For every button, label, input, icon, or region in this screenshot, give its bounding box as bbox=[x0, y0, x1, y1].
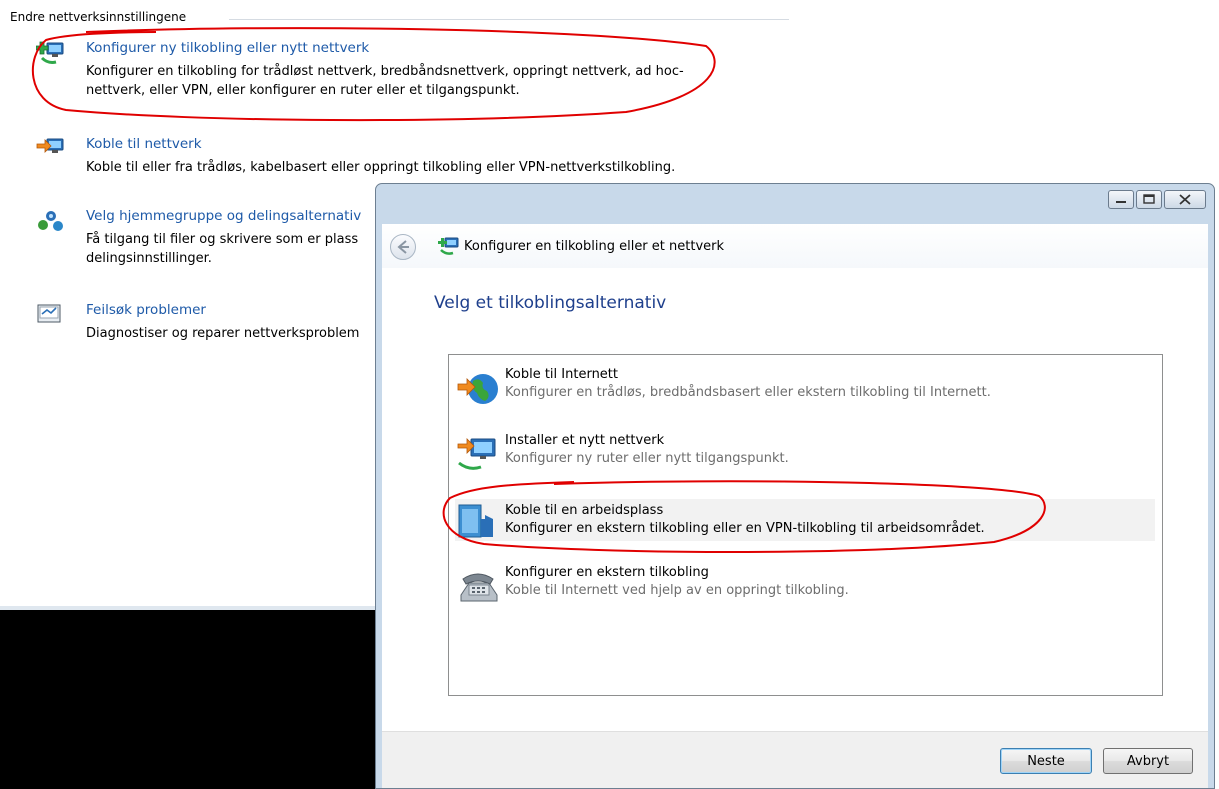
minimize-button[interactable] bbox=[1108, 190, 1134, 209]
window-controls bbox=[1106, 190, 1206, 209]
section-divider bbox=[229, 19, 789, 20]
option-desc: Konfigurer en ekstern tilkobling eller e… bbox=[505, 521, 985, 536]
connection-wizard-dialog: Konfigurer en tilkobling eller et nettve… bbox=[375, 183, 1215, 789]
minimize-icon bbox=[1116, 201, 1126, 203]
dialog-title: Konfigurer en tilkobling eller et nettve… bbox=[464, 239, 725, 254]
option-title: Koble til Internett bbox=[505, 367, 618, 382]
option-dialup[interactable]: Konfigurer en ekstern tilkobling Koble t… bbox=[455, 559, 1155, 615]
option-workplace[interactable]: Koble til en arbeidsplass Konfigurer en … bbox=[455, 499, 1155, 541]
option-title: Konfigurer en ekstern tilkobling bbox=[505, 565, 709, 580]
globe-icon bbox=[457, 374, 498, 404]
titlebar[interactable] bbox=[376, 184, 1214, 224]
options-list: Koble til Internett Konfigurer en trådlø… bbox=[448, 354, 1163, 696]
network-setup-icon bbox=[457, 438, 496, 470]
task-link[interactable]: Konfigurer ny tilkobling eller nytt nett… bbox=[86, 40, 369, 56]
next-button[interactable]: Neste bbox=[1000, 748, 1092, 774]
dialog-content: Velg et tilkoblingsalternativ Koble til … bbox=[382, 268, 1208, 788]
option-title: Koble til en arbeidsplass bbox=[505, 503, 664, 518]
option-desc: Koble til Internett ved hjelp av en oppr… bbox=[505, 583, 849, 598]
dialog-footer: Neste Avbryt bbox=[382, 731, 1208, 788]
task-desc: Få tilgang til filer og skrivere som er … bbox=[86, 232, 359, 266]
option-connect-internet[interactable]: Koble til Internett Konfigurer en trådlø… bbox=[455, 361, 1155, 417]
cancel-button[interactable]: Avbryt bbox=[1103, 748, 1193, 774]
task-link[interactable]: Velg hjemmegruppe og delingsalternativ bbox=[86, 208, 361, 224]
task-link[interactable]: Feilsøk problemer bbox=[86, 302, 206, 318]
dialog-header: Konfigurer en tilkobling eller et nettve… bbox=[382, 224, 1208, 269]
network-setup-icon bbox=[36, 41, 64, 64]
homegroup-icon bbox=[38, 211, 63, 231]
desktop-background bbox=[0, 610, 380, 789]
maximize-icon bbox=[1143, 194, 1155, 204]
maximize-button[interactable] bbox=[1136, 190, 1162, 209]
telephone-icon bbox=[460, 573, 498, 602]
back-button[interactable] bbox=[390, 234, 416, 260]
section-title: Endre nettverksinnstillingene bbox=[10, 10, 187, 24]
option-desc: Konfigurer ny ruter eller nytt tilgangsp… bbox=[505, 451, 789, 466]
close-icon bbox=[1179, 194, 1191, 205]
main-heading: Velg et tilkoblingsalternativ bbox=[434, 293, 667, 313]
troubleshoot-icon bbox=[37, 304, 61, 323]
workplace-building-icon bbox=[458, 504, 493, 538]
network-setup-icon bbox=[438, 237, 459, 255]
task-desc: Konfigurer en tilkobling for trådløst ne… bbox=[86, 64, 684, 98]
connect-network-icon bbox=[36, 138, 64, 153]
back-arrow-icon bbox=[397, 240, 409, 254]
task-link[interactable]: Koble til nettverk bbox=[86, 136, 202, 152]
option-new-network[interactable]: Installer et nytt nettverk Konfigurer ny… bbox=[455, 427, 1155, 483]
close-button[interactable] bbox=[1164, 190, 1206, 209]
option-desc: Konfigurer en trådløs, bredbåndsbasert e… bbox=[505, 385, 991, 400]
option-title: Installer et nytt nettverk bbox=[505, 433, 665, 448]
task-desc: Koble til eller fra trådløs, kabelbasert… bbox=[86, 160, 676, 175]
